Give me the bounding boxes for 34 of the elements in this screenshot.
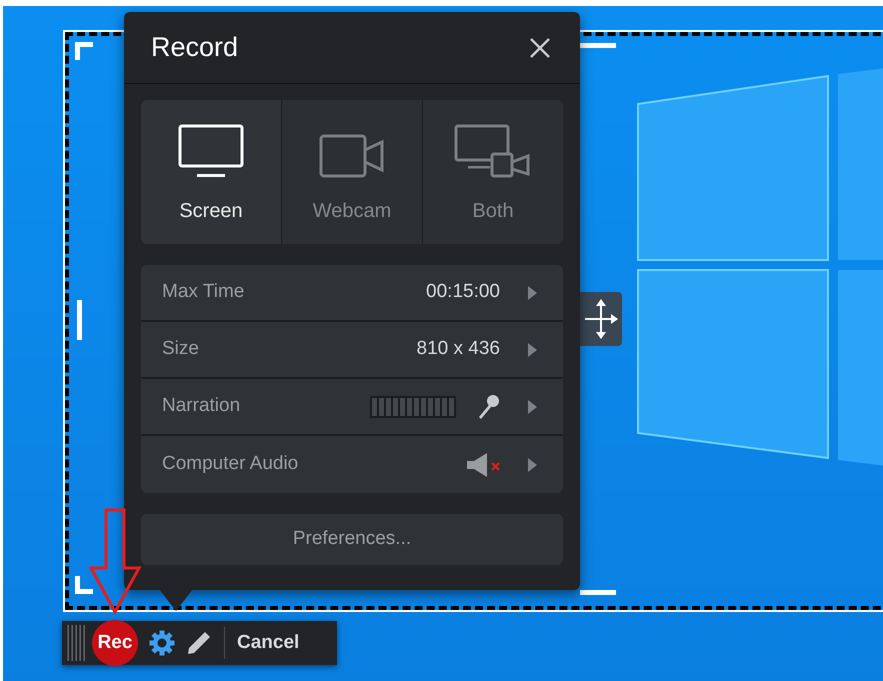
close-icon bbox=[530, 38, 550, 58]
setting-value: 810 x 436 bbox=[416, 337, 500, 362]
caret-icon bbox=[528, 342, 537, 356]
edge-handle bbox=[580, 590, 616, 595]
microphone-icon bbox=[476, 394, 500, 420]
speaker-icon bbox=[467, 452, 487, 476]
monitor-and-camera-icon bbox=[454, 124, 532, 180]
caret-icon bbox=[528, 458, 537, 472]
cancel-button[interactable]: Cancel bbox=[237, 628, 300, 658]
video-camera-icon bbox=[319, 132, 385, 180]
move-handle[interactable] bbox=[579, 292, 622, 346]
corner-handle bbox=[75, 576, 93, 594]
setting-value: 00:15:00 bbox=[426, 280, 500, 304]
corner-handle bbox=[75, 42, 93, 60]
preferences-button[interactable]: Preferences... bbox=[141, 514, 563, 565]
grip-icon[interactable] bbox=[67, 625, 85, 661]
edge-handle bbox=[580, 43, 616, 48]
dialog-title: Record bbox=[151, 31, 238, 64]
setting-label: Narration bbox=[162, 394, 242, 418]
pencil-icon bbox=[187, 631, 211, 655]
settings-button[interactable] bbox=[147, 628, 177, 658]
setting-row[interactable]: Computer Audio bbox=[141, 436, 563, 493]
move-arrows-icon bbox=[582, 298, 618, 340]
setting-label: Max Time bbox=[162, 280, 246, 304]
setting-row[interactable]: Narration bbox=[141, 379, 563, 436]
rec-button[interactable]: Rec bbox=[92, 620, 138, 666]
setting-row[interactable]: Size 810 x 436 bbox=[141, 322, 563, 379]
edge-handle bbox=[77, 300, 82, 340]
monitor-icon bbox=[178, 124, 244, 180]
caret-icon bbox=[528, 286, 537, 300]
setting-label: Size bbox=[162, 337, 200, 362]
caret-icon bbox=[528, 400, 537, 414]
setting-label: Computer Audio bbox=[162, 452, 300, 476]
setting-row[interactable]: Max Time 00:15:00 bbox=[141, 265, 563, 322]
